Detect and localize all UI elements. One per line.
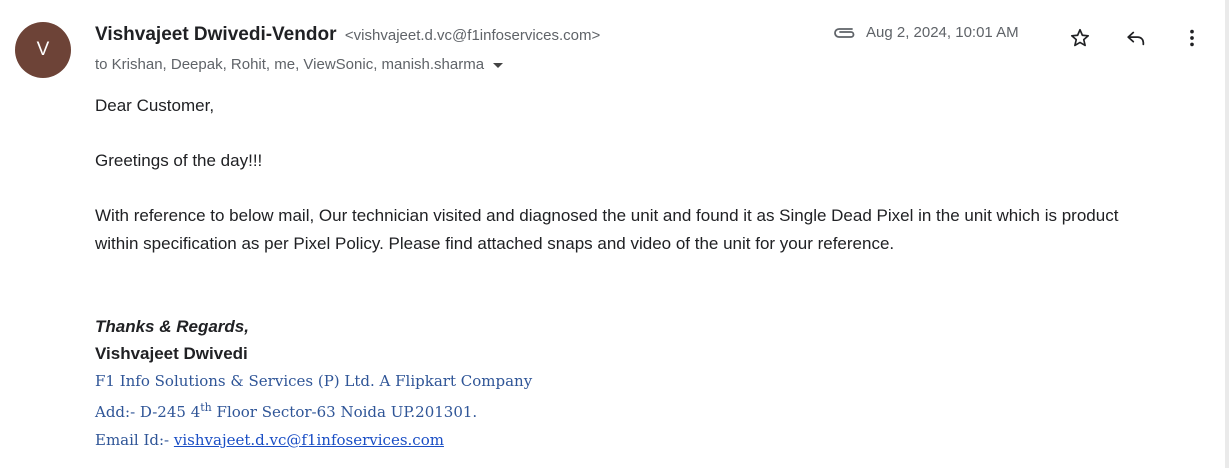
signature-regards: Thanks & Regards,: [95, 317, 249, 336]
message-date[interactable]: Aug 2, 2024, 10:01 AM: [866, 24, 1019, 41]
signature-name: Vishvajeet Dwivedi: [95, 344, 248, 363]
signature-address: Add:- D-245 4th Floor Sector-63 Noida UP…: [95, 401, 477, 421]
email-label: Email Id:-: [95, 431, 174, 449]
paperclip-icon: [832, 26, 858, 40]
sender-avatar[interactable]: V: [15, 22, 71, 78]
address-prefix: Add:- D-245 4: [95, 403, 201, 421]
scrollbar[interactable]: [1225, 0, 1229, 468]
signature-company: F1 Info Solutions & Services (P) Ltd. A …: [95, 372, 533, 390]
signature-email: Email Id:- vishvajeet.d.vc@f1infoservice…: [95, 431, 444, 449]
body-paragraph-line-1: With reference to below mail, Our techni…: [95, 206, 1119, 225]
more-vert-icon[interactable]: [1180, 26, 1204, 50]
sender-line: Vishvajeet Dwivedi-Vendor <vishvajeet.d.…: [95, 24, 600, 46]
email-link[interactable]: vishvajeet.d.vc@f1infoservices.com: [174, 431, 444, 449]
recipients-text: to Krishan, Deepak, Rohit, me, ViewSonic…: [95, 56, 485, 73]
message-meta: Aug 2, 2024, 10:01 AM: [832, 24, 1019, 41]
chevron-down-icon[interactable]: [493, 63, 504, 68]
address-superscript: th: [200, 401, 212, 414]
recipients-line: to Krishan, Deepak, Rohit, me, ViewSonic…: [95, 56, 504, 73]
address-suffix: Floor Sector-63 Noida UP.201301.: [211, 403, 478, 421]
sender-email: <vishvajeet.d.vc@f1infoservices.com>: [344, 27, 601, 44]
reply-icon[interactable]: [1124, 26, 1148, 50]
body-paragraph-line-2: within specification as per Pixel Policy…: [95, 234, 895, 253]
greetings-line: Greetings of the day!!!: [95, 151, 263, 170]
greeting: Dear Customer,: [95, 96, 215, 115]
sender-name[interactable]: Vishvajeet Dwivedi-Vendor: [95, 24, 336, 45]
star-icon[interactable]: [1068, 26, 1092, 50]
